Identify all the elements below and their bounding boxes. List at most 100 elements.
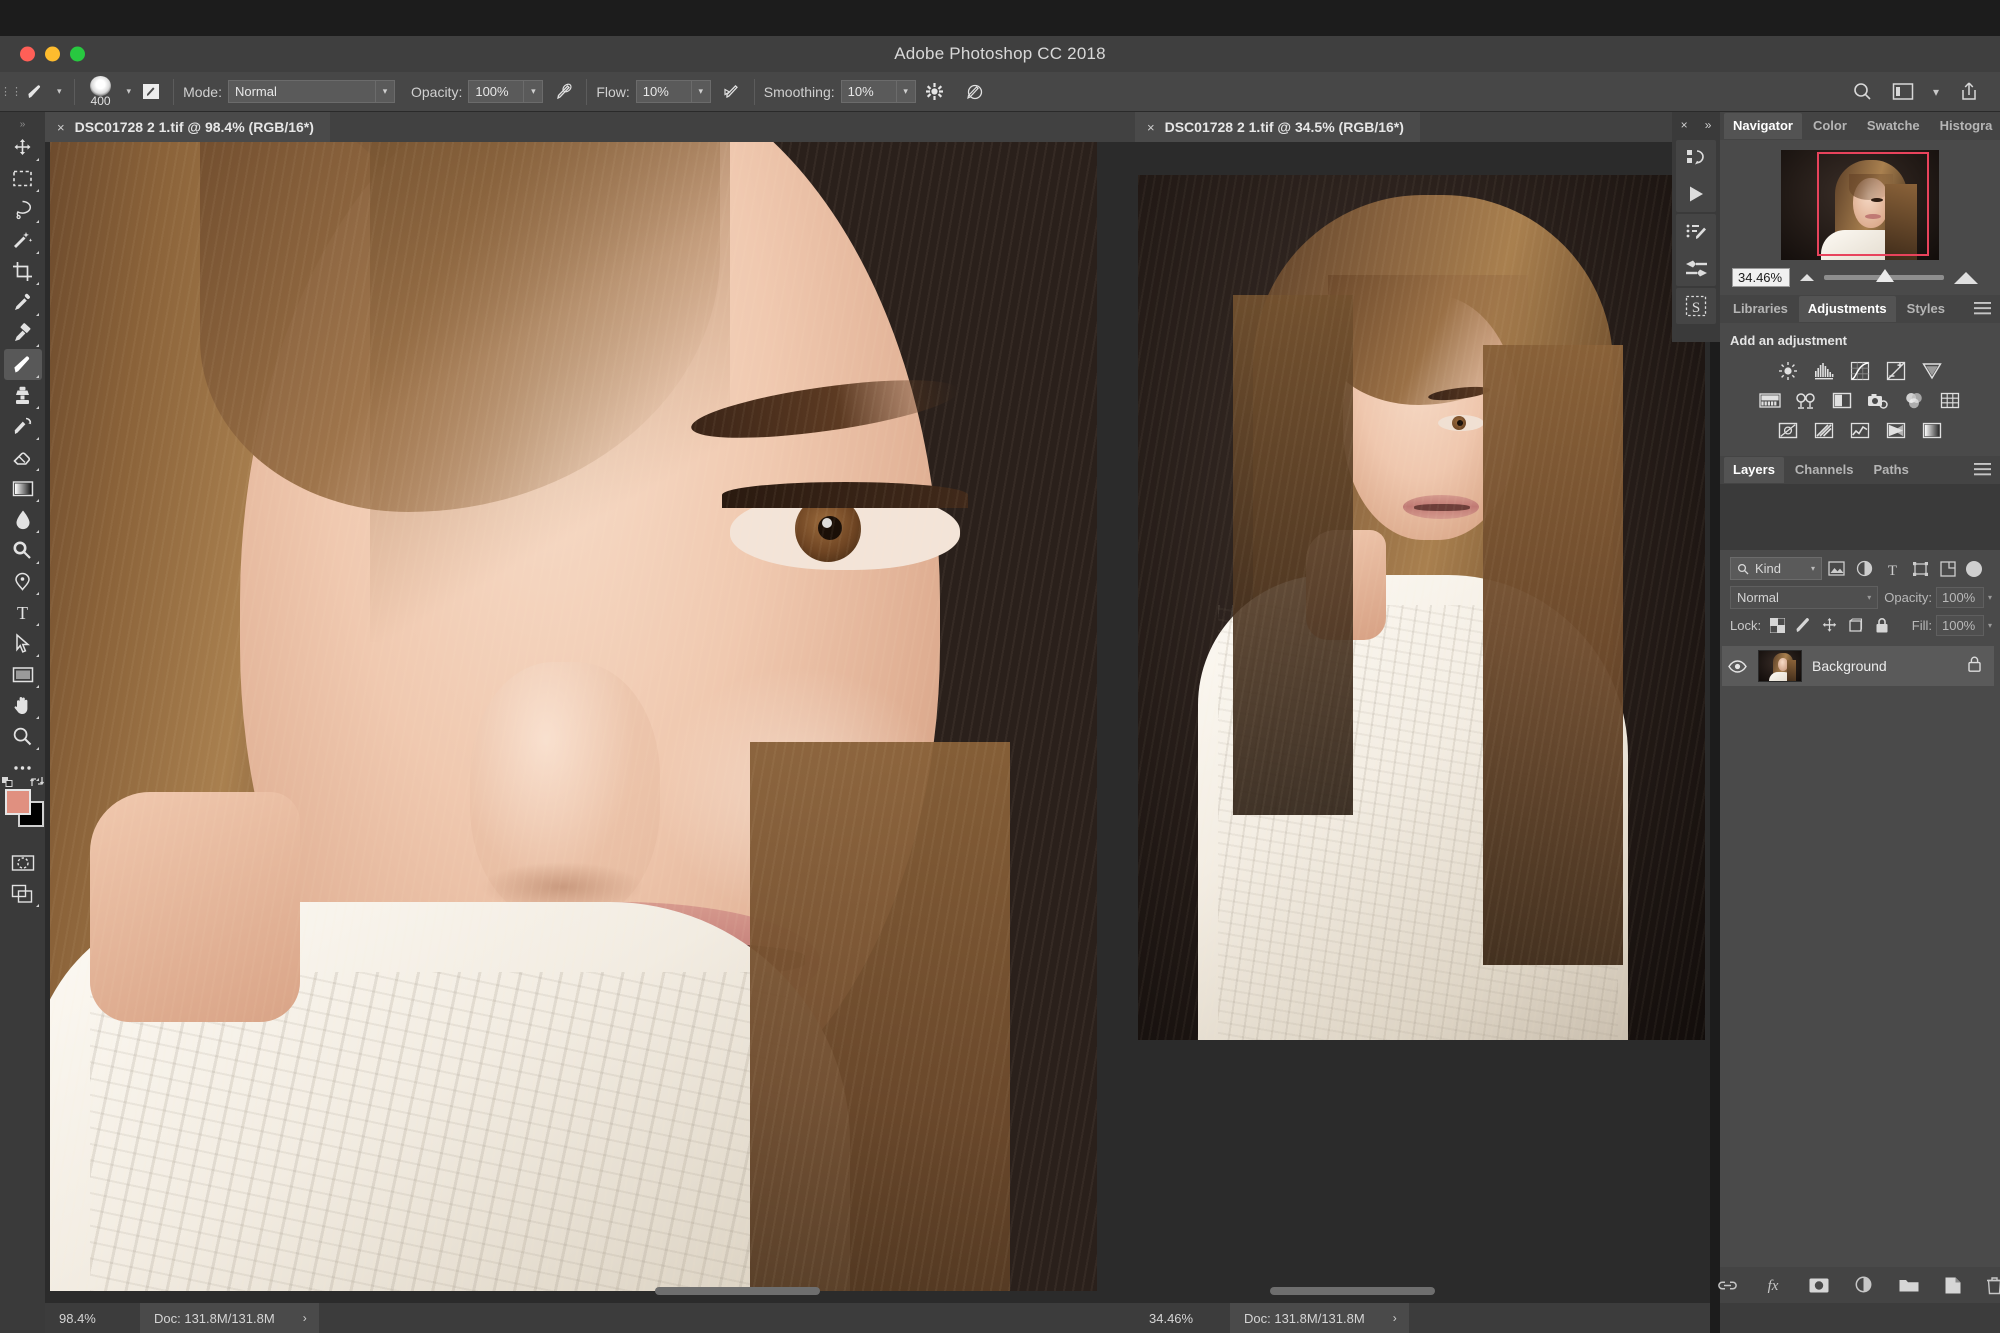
status-doc-1[interactable]: Doc: 131.8M/131.8M ›	[140, 1303, 319, 1333]
lock-icon[interactable]	[1967, 655, 1994, 678]
vibrance-icon[interactable]	[1920, 360, 1944, 382]
blur-tool[interactable]	[4, 504, 42, 535]
close-window-button[interactable]	[20, 47, 35, 62]
canvas-1-horizontal-scrollbar[interactable]	[655, 1287, 820, 1295]
close-icon[interactable]: ×	[1681, 118, 1688, 132]
eyedropper-tool[interactable]	[4, 287, 42, 318]
history-icon[interactable]	[1681, 146, 1711, 170]
close-icon[interactable]: ×	[57, 120, 65, 135]
brush-preset-icon[interactable]	[138, 79, 164, 105]
document-tab-1[interactable]: × DSC01728 2 1.tif @ 98.4% (RGB/16*)	[45, 112, 330, 142]
gear-icon[interactable]	[922, 79, 948, 105]
invert-icon[interactable]	[1776, 420, 1800, 442]
dodge-tool[interactable]	[4, 535, 42, 566]
tab-libraries[interactable]: Libraries	[1724, 296, 1797, 322]
brush-tool[interactable]	[4, 349, 42, 380]
tab-color[interactable]: Color	[1804, 113, 1856, 139]
lock-all-icon[interactable]	[1872, 616, 1891, 635]
layer-name[interactable]: Background	[1812, 658, 1957, 674]
brightness-contrast-icon[interactable]	[1776, 360, 1800, 382]
close-icon[interactable]: ×	[1147, 120, 1155, 135]
styles-s-icon[interactable]: S	[1681, 294, 1711, 318]
zoom-in-icon[interactable]	[1954, 272, 1978, 284]
pen-tool[interactable]	[4, 566, 42, 597]
healing-brush-tool[interactable]	[4, 318, 42, 349]
slider-track[interactable]	[1824, 275, 1944, 280]
history-brush-tool[interactable]	[4, 411, 42, 442]
canvas-2[interactable]	[1138, 142, 1705, 1291]
tab-channels[interactable]: Channels	[1786, 457, 1863, 483]
blend-mode-control[interactable]: Mode: Normal ▾	[183, 80, 395, 103]
threshold-icon[interactable]	[1848, 420, 1872, 442]
zoom-window-button[interactable]	[70, 47, 85, 62]
layer-thumbnail[interactable]	[1758, 650, 1802, 682]
navigator-zoom-field[interactable]: 34.46%	[1732, 268, 1790, 287]
smoothing-value[interactable]: 10%	[841, 80, 897, 103]
status-zoom-2[interactable]: 34.46%	[1135, 1311, 1230, 1326]
crop-tool[interactable]	[4, 256, 42, 287]
brush-panel-chevron-down-icon[interactable]: ▾	[124, 86, 135, 97]
delete-layer-icon[interactable]	[1986, 1273, 2000, 1297]
smoothing-control[interactable]: Smoothing: 10% ▾	[764, 80, 916, 103]
shape-tool[interactable]	[4, 659, 42, 690]
mode-chevron-down-icon[interactable]: ▾	[376, 80, 395, 103]
lock-transparency-icon[interactable]	[1768, 616, 1787, 635]
pressure-opacity-icon[interactable]	[551, 79, 577, 105]
curves-icon[interactable]	[1848, 360, 1872, 382]
panel-menu-icon[interactable]	[1974, 302, 2000, 317]
status-doc-2[interactable]: Doc: 131.8M/131.8M ›	[1230, 1303, 1409, 1333]
hue-saturation-icon[interactable]	[1758, 390, 1782, 412]
marquee-tool[interactable]	[4, 163, 42, 194]
opacity-control[interactable]: Opacity: 100% ▾	[411, 80, 543, 103]
path-selection-tool[interactable]	[4, 628, 42, 659]
hand-tool[interactable]	[4, 690, 42, 721]
reset-colors-icon[interactable]	[2, 774, 15, 790]
quick-mask-button[interactable]	[4, 847, 42, 878]
clone-stamp-tool[interactable]	[4, 380, 42, 411]
filter-shape-icon[interactable]	[1906, 557, 1934, 580]
type-tool[interactable]: T	[4, 597, 42, 628]
brush-presets-icon[interactable]	[1681, 220, 1711, 244]
color-balance-icon[interactable]	[1794, 390, 1818, 412]
exposure-icon[interactable]	[1884, 360, 1908, 382]
layer-opacity-control[interactable]: Opacity: 100% ▾	[1884, 587, 1992, 608]
slider-thumb[interactable]	[1876, 269, 1894, 282]
layer-blend-mode-select[interactable]: Normal ▾	[1730, 586, 1878, 609]
move-tool[interactable]	[4, 132, 42, 163]
lasso-tool[interactable]	[4, 194, 42, 225]
magic-wand-tool[interactable]	[4, 225, 42, 256]
smoothing-chevron-down-icon[interactable]: ▾	[897, 80, 916, 103]
lock-position-icon[interactable]	[1820, 616, 1839, 635]
channel-mixer-icon[interactable]	[1902, 390, 1926, 412]
brush-size-control[interactable]: 400 ▾	[84, 76, 135, 108]
filter-type-icon[interactable]: T	[1878, 557, 1906, 580]
lock-artboard-icon[interactable]	[1846, 616, 1865, 635]
expand-panels-icon[interactable]: »	[1705, 118, 1712, 132]
window-controls[interactable]	[20, 47, 85, 62]
tab-navigator[interactable]: Navigator	[1724, 113, 1802, 139]
active-tool-indicator[interactable]: ▾	[16, 79, 65, 105]
airbrush-icon[interactable]	[719, 79, 745, 105]
new-group-icon[interactable]	[1898, 1273, 1920, 1297]
toolbar-grip[interactable]: »	[20, 120, 26, 132]
brush-settings-icon[interactable]	[1681, 256, 1711, 280]
filter-smart-icon[interactable]	[1934, 557, 1962, 580]
document-tab-2[interactable]: × DSC01728 2 1.tif @ 34.5% (RGB/16*)	[1135, 112, 1420, 142]
filter-pixel-icon[interactable]	[1822, 557, 1850, 580]
navigator-zoom-slider[interactable]	[1790, 272, 1988, 284]
tab-adjustments[interactable]: Adjustments	[1799, 296, 1896, 322]
canvas-1[interactable]	[50, 142, 1097, 1291]
flow-value[interactable]: 10%	[636, 80, 692, 103]
new-adjustment-icon[interactable]	[1854, 1273, 1874, 1297]
brush-preview[interactable]: 400	[84, 76, 118, 108]
flow-control[interactable]: Flow: 10% ▾	[596, 80, 710, 103]
status-expand-arrow-icon[interactable]: ›	[1393, 1311, 1397, 1325]
posterize-icon[interactable]	[1812, 420, 1836, 442]
new-layer-icon[interactable]	[1944, 1273, 1962, 1297]
color-swatches[interactable]	[2, 787, 44, 831]
color-lookup-icon[interactable]	[1938, 390, 1962, 412]
levels-icon[interactable]	[1812, 360, 1836, 382]
navigator-thumbnail[interactable]	[1781, 150, 1939, 260]
share-icon[interactable]	[1956, 79, 1982, 105]
selective-color-icon[interactable]	[1884, 420, 1908, 442]
